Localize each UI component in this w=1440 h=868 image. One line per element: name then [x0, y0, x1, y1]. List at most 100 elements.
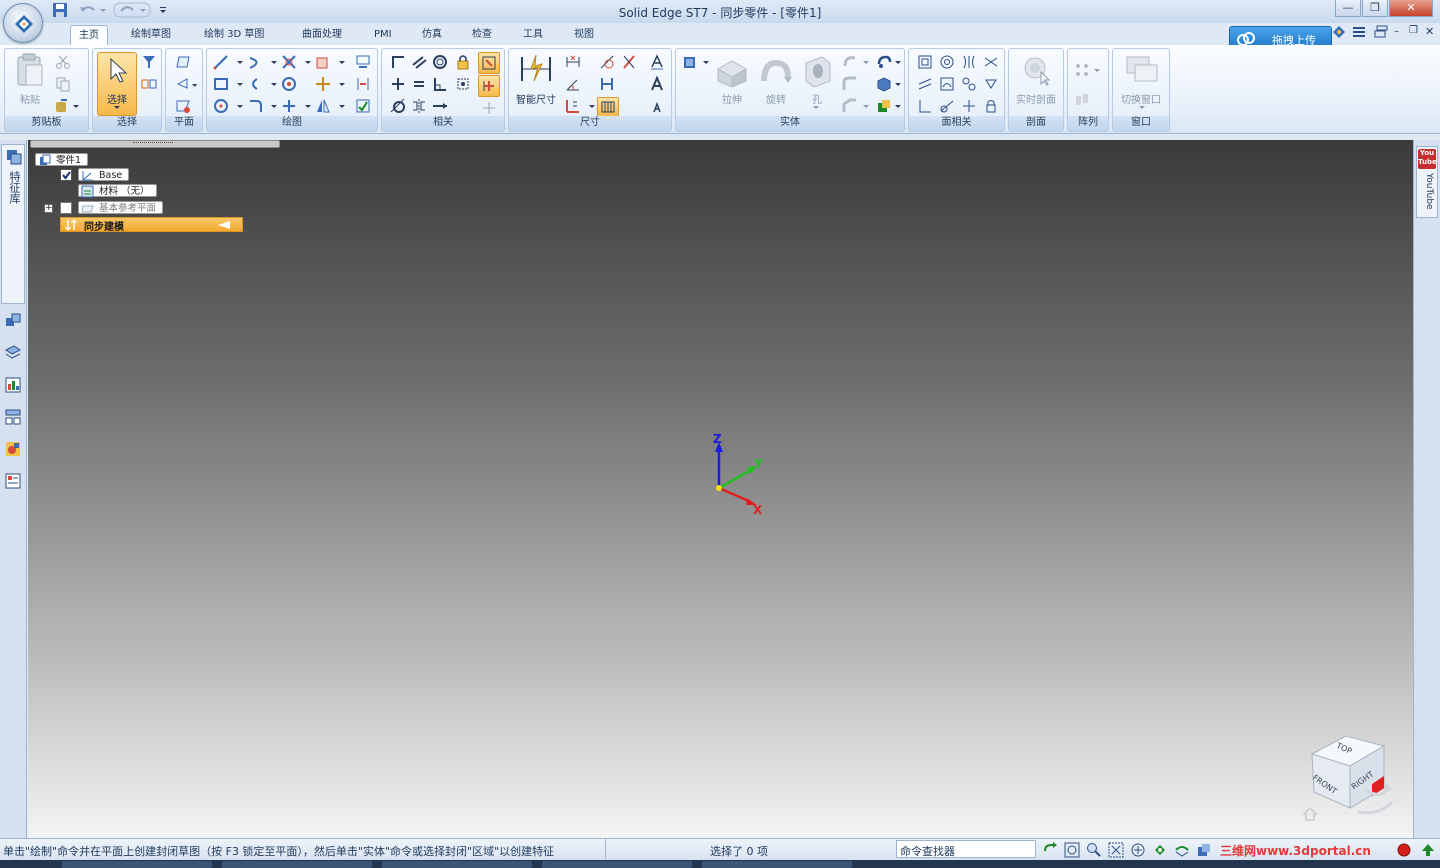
relation-assistant-icon[interactable] — [481, 100, 497, 116]
graphics-viewport[interactable]: Z Y X TOP FRONT RIGHT — [28, 140, 1413, 838]
tangent-face-icon[interactable] — [939, 76, 955, 92]
concentric-face-icon[interactable] — [961, 76, 977, 92]
maximize-button[interactable]: ❐ — [1362, 0, 1388, 17]
distance-between-icon[interactable] — [565, 54, 581, 70]
rotate-icon[interactable] — [1152, 842, 1168, 858]
tangent-arc-icon[interactable] — [247, 76, 277, 92]
coplanar-icon[interactable] — [917, 54, 933, 70]
plane-icon[interactable] — [175, 54, 191, 70]
copy-icon[interactable] — [55, 76, 71, 92]
doc-close-icon[interactable]: ✕ — [1425, 25, 1437, 38]
fillet-icon[interactable] — [247, 98, 277, 114]
hole-icon[interactable] — [802, 55, 832, 87]
render-icon[interactable] — [4, 440, 22, 458]
cut-icon[interactable] — [55, 54, 71, 70]
angle-between-icon[interactable] — [565, 76, 581, 92]
tab-simulation[interactable]: 仿真 — [414, 25, 450, 45]
text-decrease-icon[interactable] — [649, 98, 665, 114]
plane-tool-icon[interactable] — [175, 98, 191, 114]
connect-icon[interactable] — [390, 54, 406, 70]
equal-icon[interactable] — [411, 76, 427, 92]
move-icon[interactable] — [315, 76, 345, 92]
taskbar-item[interactable] — [702, 861, 852, 868]
application-button[interactable] — [3, 3, 43, 43]
concentric-icon[interactable] — [432, 54, 448, 70]
select-button[interactable]: 选择 — [97, 52, 137, 116]
tree-root-node[interactable]: 零件1 — [35, 153, 89, 166]
maintain-relationships-button[interactable] — [478, 75, 500, 97]
tab-pmi[interactable]: PMI — [366, 25, 400, 45]
extend-icon[interactable] — [281, 98, 311, 114]
mirror-pattern-icon[interactable] — [1074, 92, 1090, 108]
lock-icon[interactable] — [455, 54, 471, 70]
ref-planes-checkbox[interactable] — [60, 202, 72, 214]
pathfinder-grip[interactable] — [133, 142, 173, 145]
rectangular-pattern-icon[interactable] — [1074, 62, 1102, 78]
tab-surfacing[interactable]: 曲面处理 — [294, 25, 350, 45]
mirror-icon[interactable] — [315, 98, 345, 114]
tab-inspect[interactable]: 检查 — [464, 25, 500, 45]
face-lock-icon[interactable] — [983, 98, 999, 114]
close-button[interactable]: ✕ — [1389, 0, 1433, 17]
format-painter-icon[interactable] — [55, 98, 81, 114]
chamfer-icon[interactable] — [842, 98, 870, 114]
smart-dimension-icon[interactable] — [519, 53, 553, 83]
offset-face-icon[interactable] — [939, 98, 955, 114]
upload-arrow-icon[interactable] — [1420, 842, 1436, 858]
horizontal-vertical-icon[interactable] — [390, 76, 406, 92]
symmetric-icon[interactable] — [411, 98, 427, 114]
tree-material-node[interactable]: 材料 （无） — [78, 184, 157, 198]
face-box-icon[interactable] — [876, 76, 902, 92]
fit-view-icon[interactable] — [1064, 842, 1080, 858]
doc-minimize-icon[interactable]: – — [1394, 27, 1406, 37]
perpendicular-face-icon[interactable] — [917, 98, 933, 114]
solid-selector-icon[interactable] — [682, 54, 710, 70]
round-icon[interactable] — [842, 76, 858, 92]
coincident-plane-icon[interactable] — [175, 76, 197, 92]
layout-icon[interactable] — [1374, 25, 1388, 39]
pathfinder-icon[interactable] — [4, 312, 22, 330]
revolve-icon[interactable] — [758, 57, 794, 87]
rigid-set-icon[interactable] — [455, 76, 471, 92]
circle-icon[interactable] — [213, 98, 243, 114]
family-of-parts-icon[interactable] — [4, 408, 22, 426]
switch-window-icon[interactable] — [1125, 55, 1159, 85]
collinear-icon[interactable] — [432, 98, 448, 114]
dimension-axis-button[interactable] — [597, 97, 619, 117]
parallel-icon[interactable] — [411, 54, 427, 70]
coordinate-dimension-icon[interactable] — [565, 98, 595, 114]
thin-wall-icon[interactable] — [842, 54, 870, 70]
symmetric-diameter-icon[interactable] — [599, 76, 615, 92]
tree-ref-planes-node[interactable]: 基本参考平面 — [78, 201, 164, 214]
offset-icon[interactable] — [281, 76, 311, 92]
parallel-face-icon[interactable] — [917, 76, 933, 92]
trim-icon[interactable] — [281, 54, 311, 70]
tab-3d-sketch[interactable]: 绘制 3D 草图 — [196, 25, 272, 45]
text-increase-icon[interactable] — [649, 76, 665, 92]
tab-home[interactable]: 主页 — [70, 25, 108, 45]
record-icon[interactable] — [1396, 842, 1412, 858]
sketch-view-icon[interactable] — [355, 54, 371, 70]
layers-icon[interactable] — [4, 344, 22, 362]
live-section-icon[interactable] — [1021, 54, 1051, 86]
tree-base-node[interactable]: Base — [78, 168, 130, 181]
include-icon[interactable] — [355, 98, 371, 114]
annotation-text-icon[interactable] — [649, 54, 665, 70]
extrude-icon[interactable] — [714, 57, 750, 87]
tree-sync-node[interactable]: 同步建模 — [60, 217, 243, 233]
youtube-tab[interactable]: You Tube YouTube — [1416, 146, 1438, 218]
refresh-icon[interactable] — [1042, 842, 1058, 858]
relationship-handles-button[interactable] — [478, 52, 500, 74]
aligned-face-icon[interactable] — [983, 54, 999, 70]
taskbar-item[interactable] — [382, 861, 532, 868]
pan-icon[interactable] — [1130, 842, 1146, 858]
zoom-icon[interactable] — [1086, 842, 1102, 858]
rectangle-icon[interactable] — [213, 76, 243, 92]
equal-radius-icon[interactable] — [983, 76, 999, 92]
tangent-icon[interactable] — [390, 98, 406, 114]
tab-tools[interactable]: 工具 — [515, 25, 551, 45]
feature-library-tab[interactable]: 特征库 — [1, 144, 25, 304]
pcs-dimension-icon[interactable] — [621, 54, 637, 70]
base-checkbox[interactable] — [60, 169, 72, 181]
fill-region-icon[interactable] — [315, 54, 345, 70]
